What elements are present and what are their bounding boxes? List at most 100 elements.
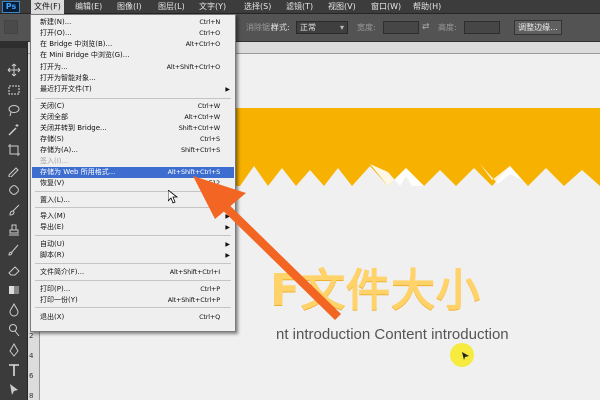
file-menu-item[interactable]: 关闭(C) Ctrl+W	[32, 101, 234, 112]
file-menu-item[interactable]: 文件简介(F)... Alt+Shift+Ctrl+I	[32, 267, 234, 278]
menu-item-label: 打开(O)...	[40, 29, 72, 37]
menu-item-label: 退出(X)	[40, 313, 65, 321]
submenu-arrow-icon: ▶	[225, 241, 230, 248]
menu-item-label: 文件简介(F)...	[40, 268, 85, 276]
file-menu-item[interactable]: 关闭并转到 Bridge... Shift+Ctrl+W	[32, 123, 234, 134]
file-menu-item[interactable]: 脚本(R) ▶	[32, 250, 234, 261]
tools-panel	[0, 42, 28, 400]
file-menu-item[interactable]: 打印一份(Y) Alt+Shift+Ctrl+P	[32, 295, 234, 306]
healing-brush-tool-icon[interactable]	[4, 182, 24, 198]
eraser-tool-icon[interactable]	[4, 262, 24, 278]
file-menu-item[interactable]: 打开为智能对象...	[32, 73, 234, 84]
file-menu-item[interactable]: 存储为(A)... Shift+Ctrl+S	[32, 145, 234, 156]
height-input[interactable]	[464, 21, 500, 34]
style-label: 样式:	[271, 23, 290, 32]
canvas-subtitle-text: nt introduction Content introduction	[276, 326, 509, 343]
file-menu-item[interactable]: 置入(L)...	[32, 195, 234, 206]
menu-item-shortcut: Alt+Ctrl+O	[185, 40, 221, 48]
file-menu-item[interactable]: 导出(E) ▶	[32, 222, 234, 233]
menu-item-shortcut: Ctrl+P	[200, 285, 220, 293]
clone-stamp-tool-icon[interactable]	[4, 222, 24, 238]
menu-item-label: 自动(U)	[40, 240, 65, 248]
menu-type[interactable]: 文字(Y)	[196, 0, 229, 14]
file-menu-item[interactable]: 退出(X) Ctrl+Q	[32, 312, 234, 323]
refine-edge-button[interactable]: 调整边缘...	[514, 20, 562, 35]
menu-image[interactable]: 图像(I)	[114, 0, 145, 14]
menu-item-shortcut: Alt+Shift+Ctrl+P	[167, 296, 220, 304]
width-label: 宽度:	[357, 23, 376, 32]
file-menu-item[interactable]: 在 Mini Bridge 中浏览(G)...	[32, 50, 234, 61]
photoshop-logo: Ps	[2, 1, 20, 13]
magic-wand-tool-icon[interactable]	[4, 122, 24, 138]
menu-item-label: 存储(S)	[40, 135, 64, 143]
style-select[interactable]: 正常 ▾	[296, 21, 348, 34]
menu-item-shortcut: Ctrl+N	[199, 18, 220, 26]
menu-item-label: 导出(E)	[40, 223, 64, 231]
menu-item-shortcut: Shift+Ctrl+S	[181, 146, 220, 154]
mouse-pointer-icon	[462, 352, 469, 360]
type-tool-icon[interactable]	[4, 362, 24, 378]
eyedropper-tool-icon[interactable]	[4, 162, 24, 178]
crop-tool-icon[interactable]	[4, 142, 24, 158]
path-selection-tool-icon[interactable]	[4, 382, 24, 398]
toolbar-collapse-bar[interactable]	[0, 42, 28, 48]
menu-file[interactable]: 文件(F)	[31, 0, 64, 14]
menu-item-label: 恢复(V)	[40, 179, 65, 187]
marquee-tool-icon[interactable]	[4, 82, 24, 98]
menu-item-label: 存储为(A)...	[40, 146, 78, 154]
menu-edit[interactable]: 编辑(E)	[72, 0, 105, 14]
pen-tool-icon[interactable]	[4, 342, 24, 358]
ruler-number: 2	[29, 332, 34, 340]
tool-preset-icon[interactable]	[4, 20, 18, 34]
blur-tool-icon[interactable]	[4, 302, 24, 318]
menu-item-label: 打印(P)...	[40, 285, 71, 293]
file-menu-item[interactable]: 存储(S) Ctrl+S	[32, 134, 234, 145]
submenu-arrow-icon: ▶	[225, 252, 230, 259]
menu-window[interactable]: 窗口(W)	[368, 0, 404, 14]
move-tool-icon[interactable]	[4, 62, 24, 78]
menu-item-label: 签入(I)...	[40, 157, 69, 165]
file-menu-item[interactable]: 恢复(V) F12	[32, 178, 234, 189]
menu-item-shortcut: Ctrl+O	[199, 29, 220, 37]
menu-separator	[35, 280, 231, 281]
file-menu-item[interactable]: 打印(P)... Ctrl+P	[32, 284, 234, 295]
menu-filter[interactable]: 滤镜(T)	[283, 0, 316, 14]
file-menu-item[interactable]: 最近打开文件(T) ▶	[32, 84, 234, 95]
submenu-arrow-icon: ▶	[225, 224, 230, 231]
swap-icon[interactable]: ⇄	[422, 20, 432, 34]
lasso-tool-icon[interactable]	[4, 102, 24, 118]
menu-select[interactable]: 选择(S)	[241, 0, 274, 14]
dodge-tool-icon[interactable]	[4, 322, 24, 338]
file-menu-item[interactable]: 打开(O)... Ctrl+O	[32, 28, 234, 39]
menu-help[interactable]: 帮助(H)	[410, 0, 444, 14]
submenu-arrow-icon: ▶	[225, 213, 230, 220]
height-label: 高度:	[438, 23, 457, 32]
file-menu-item[interactable]: 自动(U) ▶	[32, 239, 234, 250]
file-menu-item[interactable]: 关闭全部 Alt+Ctrl+W	[32, 112, 234, 123]
menu-item-label: 新建(N)...	[40, 18, 72, 26]
gradient-tool-icon[interactable]	[4, 282, 24, 298]
menu-item-shortcut: F12	[208, 179, 221, 187]
menu-separator	[35, 191, 231, 192]
menu-item-label: 在 Bridge 中浏览(B)...	[40, 40, 113, 48]
mouse-pointer-icon	[168, 190, 178, 204]
width-input[interactable]	[383, 21, 419, 34]
menu-item-shortcut: Alt+Shift+Ctrl+O	[166, 63, 221, 71]
ruler-number: 6	[29, 372, 34, 380]
menu-item-shortcut: Ctrl+S	[200, 135, 220, 143]
menu-item-shortcut: Shift+Ctrl+W	[178, 124, 220, 132]
file-menu-item[interactable]: 导入(M) ▶	[32, 211, 234, 222]
menu-item-label: 存储为 Web 所用格式...	[40, 168, 116, 176]
brush-tool-icon[interactable]	[4, 202, 24, 218]
file-menu-item[interactable]: 在 Bridge 中浏览(B)... Alt+Ctrl+O	[32, 39, 234, 50]
menu-layer[interactable]: 图层(L)	[155, 0, 188, 14]
menu-separator	[35, 98, 231, 99]
file-menu-item[interactable]: 存储为 Web 所用格式... Alt+Shift+Ctrl+S	[32, 167, 234, 178]
file-menu-item[interactable]: 打开为... Alt+Shift+Ctrl+O	[32, 62, 234, 73]
history-brush-tool-icon[interactable]	[4, 242, 24, 258]
menu-item-label: 在 Mini Bridge 中浏览(G)...	[40, 51, 130, 59]
menu-view[interactable]: 视图(V)	[325, 0, 359, 14]
file-menu-item[interactable]: 新建(N)... Ctrl+N	[32, 17, 234, 28]
menu-item-label: 打开为智能对象...	[40, 74, 96, 82]
menu-separator	[35, 263, 231, 264]
